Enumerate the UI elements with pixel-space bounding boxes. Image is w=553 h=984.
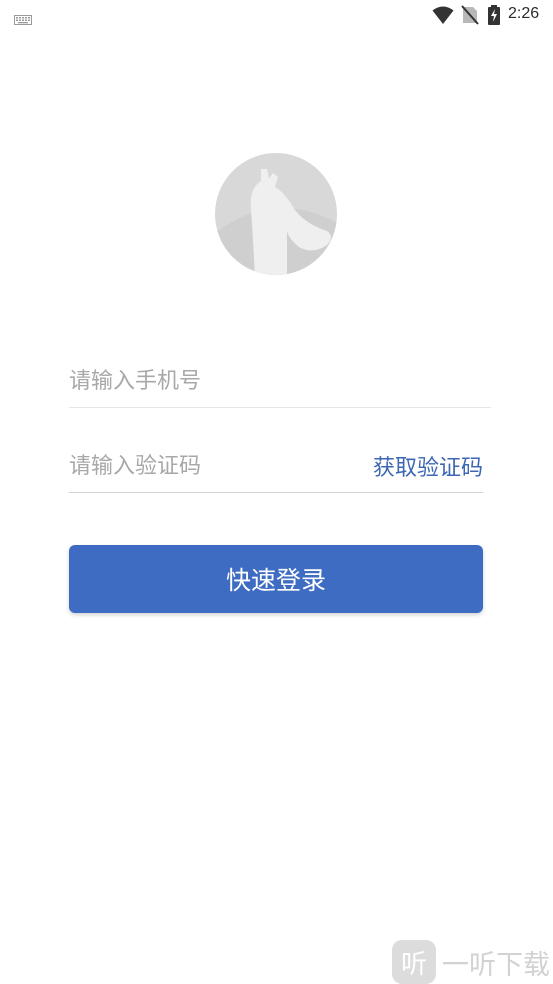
keyboard-icon: [14, 10, 32, 29]
verification-code-input[interactable]: [69, 446, 349, 486]
giraffe-icon: [215, 169, 337, 275]
wifi-icon: [432, 5, 454, 29]
watermark-logo: 听: [392, 940, 436, 984]
avatar[interactable]: [215, 153, 337, 275]
status-bar: 2:26: [0, 0, 553, 32]
get-code-button[interactable]: 获取验证码: [373, 450, 483, 482]
phone-field: [69, 357, 491, 408]
watermark: 听 一听下载: [392, 940, 550, 984]
status-time: 2:26: [508, 5, 540, 22]
quick-login-button[interactable]: 快速登录: [69, 545, 483, 613]
battery-charging-icon: [487, 5, 501, 29]
phone-input[interactable]: [69, 361, 489, 401]
watermark-text: 一听下载: [442, 949, 550, 981]
code-field: 获取验证码: [69, 442, 483, 493]
no-sim-icon: [461, 5, 479, 29]
